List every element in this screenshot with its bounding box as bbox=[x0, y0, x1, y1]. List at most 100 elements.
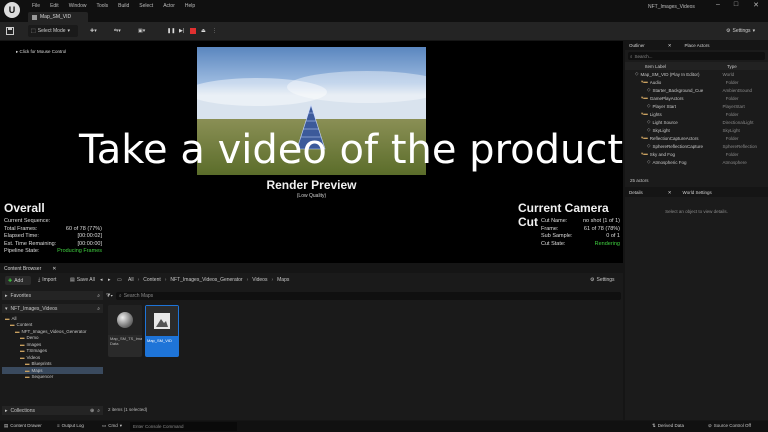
close-icon[interactable]: ✕ bbox=[52, 266, 56, 272]
pause-button[interactable]: ❚❚ bbox=[167, 25, 175, 37]
breadcrumb-item[interactable]: Videos bbox=[252, 277, 267, 283]
project-label: NFT_Images_Videos bbox=[10, 305, 58, 312]
plus-icon: ✚ bbox=[8, 277, 13, 284]
save-icon: ▤ bbox=[70, 277, 75, 283]
asset-tile[interactable]: Map_SM_TS_Images_Built Data bbox=[108, 305, 142, 357]
menu-item-select[interactable]: Select bbox=[134, 3, 158, 9]
add-content-button[interactable]: ✚▾ bbox=[90, 25, 106, 37]
breadcrumb-item[interactable]: Content bbox=[143, 277, 161, 283]
outliner-item-type: AmbientSound bbox=[722, 87, 752, 93]
outliner-row[interactable]: ▾▬ GamePlayActors Folder bbox=[625, 94, 768, 102]
outliner-row[interactable]: ◇ SkyLight SkyLight bbox=[625, 126, 768, 134]
filter-row: ⧩▾ ⌕ Search Maps bbox=[106, 291, 621, 300]
output-log-button[interactable]: ≡ Output Log bbox=[57, 423, 84, 428]
content-browser-tab[interactable]: Content Browser bbox=[4, 266, 41, 272]
main-toolbar: ⬚ Select Mode ▾ ✚▾ ⇆▾ ▣▾ ❚❚ ▶| ⏏ ⋮ ⚙ Set… bbox=[0, 22, 768, 40]
save-all-button[interactable]: ▤ Save All bbox=[70, 277, 95, 283]
close-icon[interactable]: ✕ bbox=[668, 43, 672, 49]
outliner-item-label: Light Source bbox=[652, 119, 678, 125]
source-control-button[interactable]: ⊘ Source Control Off bbox=[708, 423, 751, 429]
import-button[interactable]: ⤓ Import bbox=[38, 277, 56, 283]
folder-label: Content bbox=[16, 322, 33, 328]
menu-item-build[interactable]: Build bbox=[113, 3, 134, 9]
actor-icon: ◇ bbox=[647, 119, 651, 124]
search-icon[interactable]: ⌕ bbox=[97, 306, 100, 312]
menu-item-help[interactable]: Help bbox=[180, 3, 200, 9]
menu-item-tools[interactable]: Tools bbox=[91, 3, 113, 9]
outliner-row[interactable]: ◇ Map_SM_VID (Play In Editor) World bbox=[625, 70, 768, 78]
menu-item-file[interactable]: File bbox=[27, 3, 45, 9]
stat-value: [00:00:00] bbox=[77, 240, 102, 247]
select-mode-button[interactable]: ⬚ Select Mode ▾ bbox=[28, 25, 78, 37]
stat-row: Frame: 61 of 78 (78%) bbox=[541, 226, 620, 234]
outliner-row[interactable]: ▾▬ Lights Folder bbox=[625, 110, 768, 118]
breadcrumb-item[interactable]: NFT_Images_Videos_Generator bbox=[170, 277, 242, 283]
asset-tile-selected[interactable]: Map_SM_VID bbox=[145, 305, 179, 357]
favorites-header[interactable]: ▸ Favorites ⌕ bbox=[2, 291, 103, 300]
breadcrumb-item[interactable]: All bbox=[128, 277, 134, 283]
cinematics-button[interactable]: ▣▾ bbox=[138, 25, 154, 37]
outliner-row[interactable]: ◇ SphereReflectionCapture SphereReflection bbox=[625, 142, 768, 150]
settings-button[interactable]: ⚙ Settings bbox=[590, 277, 615, 283]
col-item-label[interactable]: Item Label bbox=[645, 64, 727, 69]
close-icon[interactable]: ✕ bbox=[668, 190, 672, 196]
outliner-item-label: Player Start bbox=[652, 103, 676, 109]
play-options-button[interactable]: ⋮ bbox=[212, 25, 218, 37]
breadcrumb-item[interactable]: Maps bbox=[277, 277, 289, 283]
add-collection-icon[interactable]: ⊕ bbox=[90, 408, 94, 414]
asset-thumbnail bbox=[108, 305, 142, 335]
outliner-row[interactable]: ▾▬ Sky and Fog Folder bbox=[625, 150, 768, 158]
add-button[interactable]: ✚ Add bbox=[5, 276, 31, 285]
settings-button[interactable]: ⚙ Settings ▾ bbox=[726, 25, 766, 37]
project-header[interactable]: ▾ NFT_Images_Videos ⌕ bbox=[2, 304, 103, 313]
place-actors-tab[interactable]: Place Actors bbox=[685, 43, 710, 48]
outliner-row[interactable]: ◇ Light Source DirectionalLight bbox=[625, 118, 768, 126]
collections-header[interactable]: ▸ Collections ⊕ ⌕ bbox=[2, 406, 103, 415]
nav-forward-icon[interactable]: ▸ bbox=[108, 277, 111, 283]
outliner-item-label: Sky and Fog bbox=[649, 151, 676, 157]
close-button[interactable]: ✕ bbox=[750, 1, 762, 11]
search-icon[interactable]: ⌕ bbox=[97, 293, 100, 299]
asset-search-input[interactable]: ⌕ Search Maps bbox=[115, 291, 621, 300]
outliner-tab[interactable]: Outliner bbox=[629, 43, 645, 48]
stat-value: [00:00:02] bbox=[77, 233, 102, 239]
details-tab[interactable]: Details bbox=[629, 190, 643, 195]
folder-label: Demo bbox=[26, 335, 39, 341]
folder-icon: ▬ bbox=[5, 315, 10, 321]
outliner-row[interactable]: ◇ Starter_Background_Cue AmbientSound bbox=[625, 86, 768, 94]
menu-item-edit[interactable]: Edit bbox=[45, 3, 64, 9]
folder-icon: ▾▬ bbox=[641, 79, 648, 84]
outliner-search[interactable]: ⌕ Search... bbox=[628, 52, 765, 60]
folder-item[interactable]: ▬ Sequencer bbox=[2, 374, 103, 381]
search-icon[interactable]: ⌕ bbox=[97, 408, 100, 414]
folder-label: Sequencer bbox=[31, 374, 54, 380]
chevron-down-icon: ▾ bbox=[119, 423, 123, 428]
level-tab[interactable]: Map_SM_VID bbox=[28, 12, 88, 22]
viewport[interactable]: ▸ Click for Mouse Control Take a video o… bbox=[0, 41, 623, 263]
outliner-row[interactable]: ▾▬ ReflectionCaptureActors Folder bbox=[625, 134, 768, 142]
menu-item-window[interactable]: Window bbox=[64, 3, 92, 9]
nav-back-icon[interactable]: ◂ bbox=[100, 277, 103, 283]
cmd-button[interactable]: ▭ Cmd ▾ bbox=[102, 423, 122, 429]
outliner-row[interactable]: ◇ Atmospheric Fog Atmosphere bbox=[625, 158, 768, 166]
minimize-button[interactable]: – bbox=[712, 1, 724, 11]
content-drawer-button[interactable]: ▤ Content Drawer bbox=[4, 423, 42, 429]
unreal-logo-icon[interactable]: U bbox=[4, 2, 20, 18]
eject-button[interactable]: ⏏ bbox=[201, 25, 209, 37]
outliner-row[interactable]: ▾▬ Audio Folder bbox=[625, 78, 768, 86]
outliner-item-label: Lights bbox=[649, 111, 662, 117]
stop-button[interactable] bbox=[190, 25, 198, 37]
console-input[interactable]: Enter Console Command bbox=[130, 422, 237, 431]
derived-data-label: Derived Data bbox=[657, 423, 685, 428]
derived-data-button[interactable]: ⇅ Derived Data bbox=[652, 423, 684, 429]
skip-frame-button[interactable]: ▶| bbox=[179, 25, 187, 37]
blueprint-button[interactable]: ⇆▾ bbox=[114, 25, 130, 37]
render-preview-title: Render Preview bbox=[266, 178, 357, 192]
col-type[interactable]: Type bbox=[727, 64, 737, 69]
save-icon[interactable] bbox=[6, 25, 16, 37]
outliner-row[interactable]: ◇ Player Start PlayerStart bbox=[625, 102, 768, 110]
maximize-button[interactable]: □ bbox=[730, 1, 742, 11]
filter-icon[interactable]: ⧩▾ bbox=[106, 293, 113, 299]
menu-item-actor[interactable]: Actor bbox=[158, 3, 180, 9]
world-settings-tab[interactable]: World Settings bbox=[683, 190, 712, 195]
